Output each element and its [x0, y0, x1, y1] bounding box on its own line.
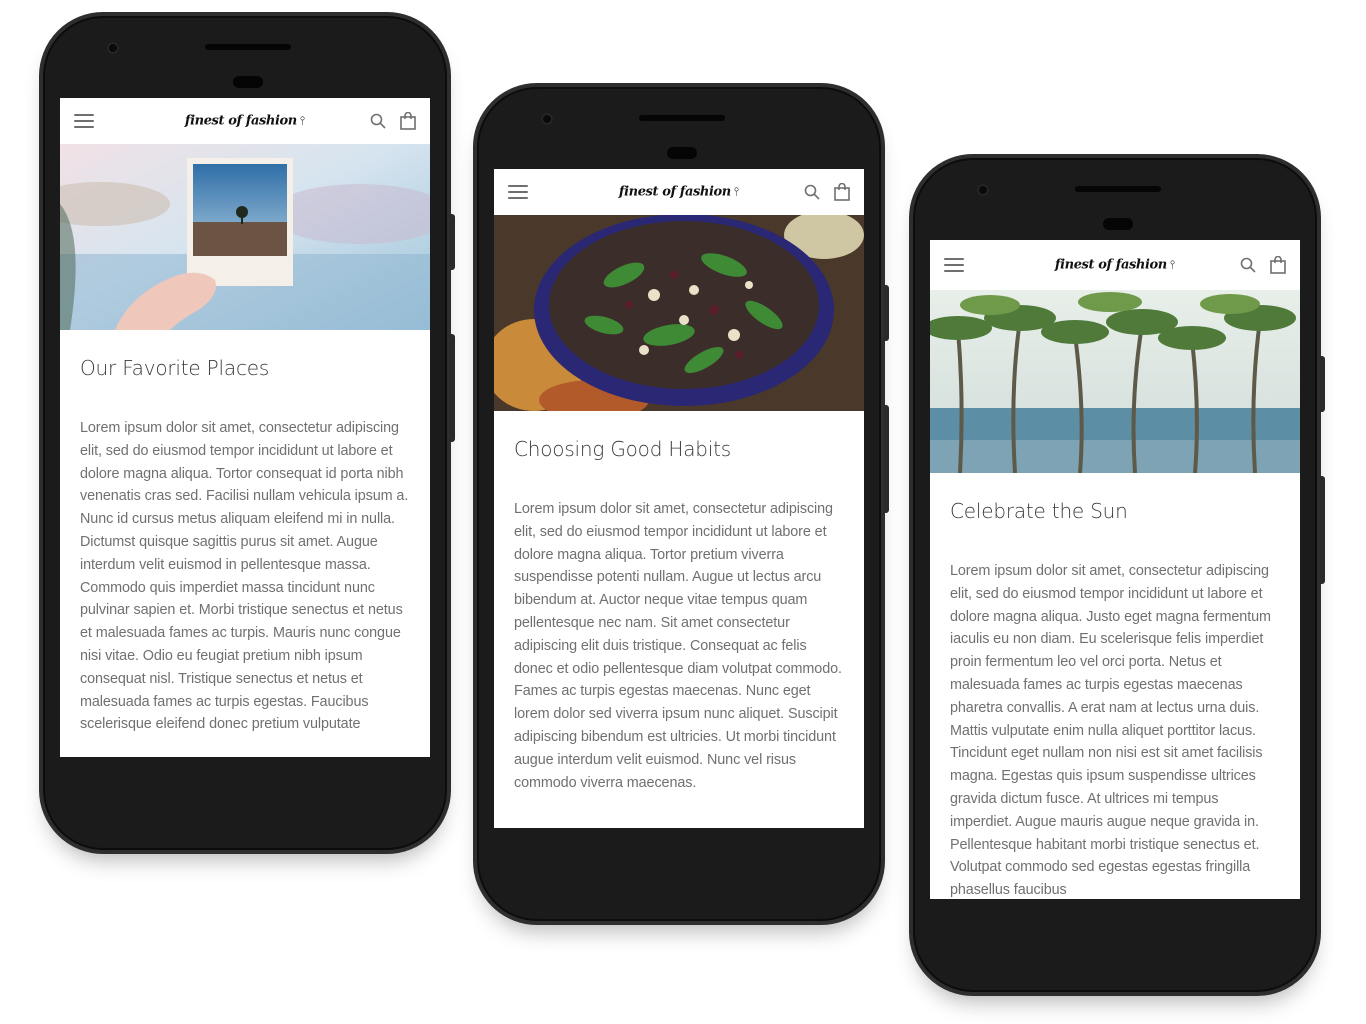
- app-header: finest of fashion ⫯: [494, 169, 864, 215]
- article: Celebrate the Sun Lorem ipsum dolor sit …: [930, 499, 1300, 899]
- brand-logo[interactable]: finest of fashion ⫯: [185, 114, 305, 129]
- phone-screen: finest of fashion ⫯: [60, 98, 430, 757]
- volume-button: [884, 405, 889, 513]
- power-button: [1320, 356, 1325, 412]
- hero-image: [60, 144, 430, 330]
- shopping-bag-icon[interactable]: [400, 112, 416, 130]
- article-title: Choosing Good Habits: [514, 437, 731, 461]
- article-title: Our Favorite Places: [80, 356, 270, 380]
- article-title: Celebrate the Sun: [950, 499, 1128, 523]
- phone-mockup-3: finest of fashion ⫯ Celebrate the Sun Lo…: [909, 154, 1325, 996]
- phone-screen: finest of fashion ⫯: [930, 240, 1300, 899]
- proximity-sensor: [233, 76, 263, 88]
- earpiece-speaker: [1075, 186, 1161, 192]
- phone-mockup-1: finest of fashion ⫯ Our Favorite Places …: [39, 12, 455, 854]
- hamburger-menu-icon[interactable]: [74, 114, 94, 128]
- brand-name: finest of fashion: [184, 113, 297, 129]
- hamburger-menu-icon[interactable]: [508, 185, 528, 199]
- phone-mockup-2: finest of fashion ⫯ Choosing Good Habits…: [473, 83, 889, 925]
- proximity-sensor: [1103, 218, 1133, 230]
- volume-button: [450, 334, 455, 442]
- phone-screen: finest of fashion ⫯: [494, 169, 864, 828]
- app-header: finest of fashion ⫯: [60, 98, 430, 144]
- search-icon[interactable]: [1240, 257, 1256, 273]
- brand-logo[interactable]: finest of fashion ⫯: [1055, 258, 1175, 273]
- header-actions: [1240, 256, 1286, 274]
- search-icon[interactable]: [370, 113, 386, 129]
- hero-image: [930, 290, 1300, 473]
- power-button: [450, 214, 455, 270]
- search-icon[interactable]: [804, 184, 820, 200]
- earpiece-speaker: [205, 44, 291, 50]
- article: Our Favorite Places Lorem ipsum dolor si…: [60, 356, 430, 736]
- volume-button: [1320, 476, 1325, 584]
- hanger-logo-icon: ⫯: [299, 113, 306, 128]
- shopping-bag-icon[interactable]: [834, 183, 850, 201]
- header-actions: [370, 112, 416, 130]
- article: Choosing Good Habits Lorem ipsum dolor s…: [494, 437, 864, 794]
- brand-name: finest of fashion: [618, 184, 731, 200]
- hero-image: [494, 215, 864, 411]
- header-actions: [804, 183, 850, 201]
- front-camera: [107, 42, 119, 54]
- article-body: Lorem ipsum dolor sit amet, consectetur …: [950, 563, 1271, 899]
- brand-name: finest of fashion: [1054, 257, 1167, 273]
- hanger-logo-icon: ⫯: [1169, 257, 1176, 272]
- hanger-logo-icon: ⫯: [733, 184, 740, 199]
- shopping-bag-icon[interactable]: [1270, 256, 1286, 274]
- app-header: finest of fashion ⫯: [930, 240, 1300, 290]
- earpiece-speaker: [639, 115, 725, 121]
- proximity-sensor: [667, 147, 697, 159]
- power-button: [884, 285, 889, 341]
- front-camera: [541, 113, 553, 125]
- hamburger-menu-icon[interactable]: [944, 258, 964, 272]
- article-body: Lorem ipsum dolor sit amet, consectetur …: [80, 420, 409, 733]
- front-camera: [977, 184, 989, 196]
- brand-logo[interactable]: finest of fashion ⫯: [619, 185, 739, 200]
- article-body: Lorem ipsum dolor sit amet, consectetur …: [514, 501, 842, 791]
